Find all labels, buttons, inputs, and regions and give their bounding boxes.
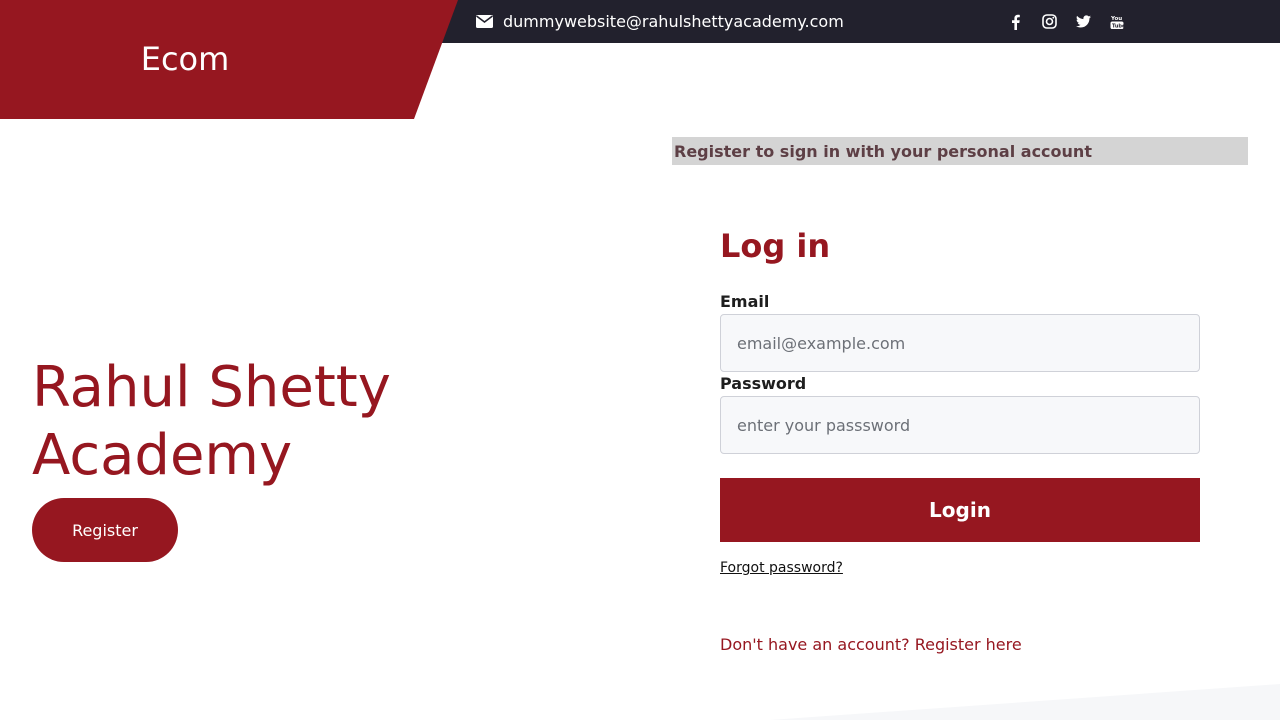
login-button[interactable]: Login	[720, 478, 1200, 542]
youtube-icon[interactable]: You Tube	[1100, 0, 1134, 43]
register-here-link[interactable]: Don't have an account? Register here	[720, 635, 1022, 654]
twitter-icon[interactable]	[1066, 0, 1100, 43]
envelope-icon	[476, 15, 493, 28]
register-banner: Register to sign in with your personal a…	[672, 137, 1248, 165]
svg-text:Tube: Tube	[1112, 23, 1124, 29]
login-page: dummywebsite@rahulshettyacademy.com You …	[0, 0, 1280, 720]
forgot-password-link[interactable]: Forgot password?	[720, 560, 843, 576]
login-heading: Log in	[720, 227, 831, 265]
password-field[interactable]	[720, 396, 1200, 454]
contact-email-text: dummywebsite@rahulshettyacademy.com	[503, 12, 844, 31]
email-field[interactable]	[720, 314, 1200, 372]
hero-title: Rahul Shetty Academy	[32, 355, 391, 488]
brand-name: Ecom	[140, 39, 230, 78]
social-links: You Tube	[998, 0, 1134, 43]
instagram-icon[interactable]	[1032, 0, 1066, 43]
decorative-wedge	[770, 684, 1280, 720]
email-label: Email	[720, 292, 770, 311]
facebook-icon[interactable]	[998, 0, 1032, 43]
register-button[interactable]: Register	[32, 498, 178, 562]
contact-email: dummywebsite@rahulshettyacademy.com	[476, 0, 844, 43]
svg-text:You: You	[1110, 16, 1122, 22]
password-label: Password	[720, 374, 807, 393]
